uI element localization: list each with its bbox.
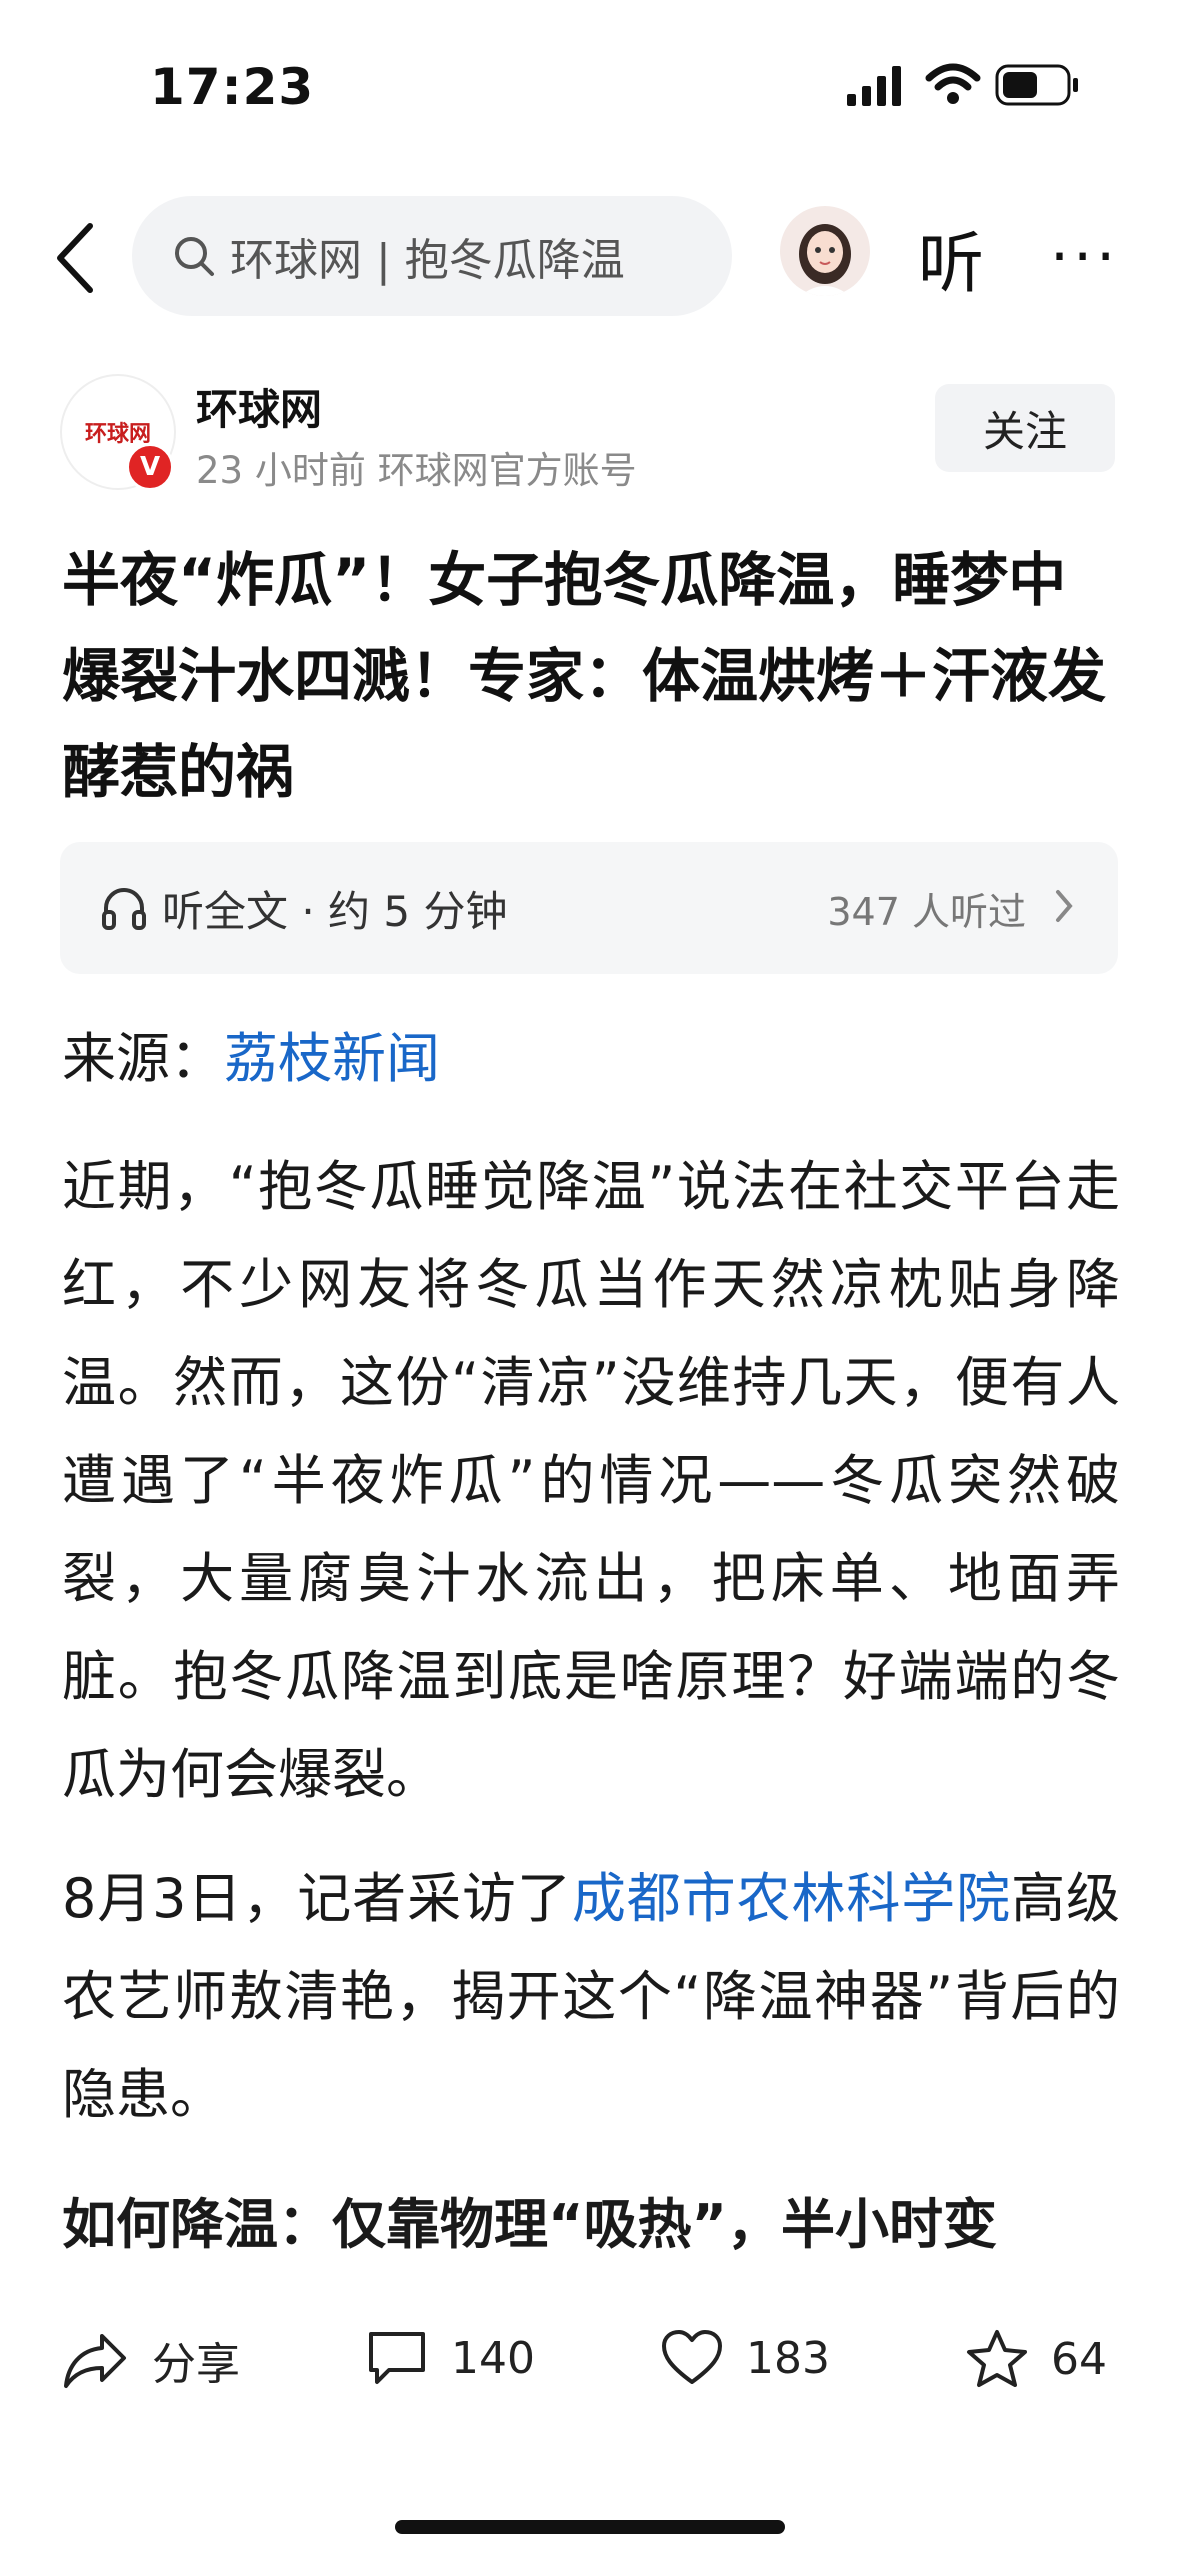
search-icon bbox=[172, 234, 216, 278]
back-button[interactable] bbox=[52, 220, 96, 300]
star-count: 64 bbox=[1051, 2333, 1107, 2385]
headphones-icon bbox=[100, 884, 148, 932]
institute-link[interactable]: 成都市农林科学院 bbox=[572, 1867, 1011, 1930]
back-arrow-icon bbox=[57, 223, 93, 293]
avatar[interactable] bbox=[780, 206, 870, 296]
author-name[interactable]: 环球网 bbox=[196, 376, 322, 437]
home-indicator bbox=[395, 2520, 785, 2534]
more-menu-button[interactable]: ··· bbox=[1050, 222, 1119, 292]
paragraph-1: 近期，“抱冬瓜睡觉降温”说法在社交平台走红，不少网友将冬瓜当作天然凉枕贴身降温。… bbox=[62, 1155, 1120, 1806]
follow-button[interactable]: 关注 bbox=[935, 384, 1115, 472]
star-icon bbox=[967, 2330, 1027, 2387]
wifi-icon bbox=[925, 62, 981, 110]
share-label: 分享 bbox=[152, 2339, 240, 2390]
comment-button[interactable]: 140 bbox=[365, 2328, 535, 2388]
listen-button[interactable]: 听 bbox=[918, 210, 984, 306]
chevron-right-icon bbox=[1052, 886, 1076, 930]
listen-bar-label: 听全文 · 约 5 分钟 bbox=[162, 886, 508, 936]
comment-icon bbox=[369, 2332, 425, 2384]
search-query-text: 环球网 | 抱冬瓜降温 bbox=[230, 235, 625, 286]
share-button[interactable]: 分享 bbox=[62, 2328, 240, 2392]
search-input[interactable]: 环球网 | 抱冬瓜降温 bbox=[132, 196, 732, 316]
share-icon bbox=[64, 2334, 126, 2388]
like-button[interactable]: 183 bbox=[660, 2328, 830, 2388]
heart-icon bbox=[662, 2330, 722, 2384]
cellular-signal-icon bbox=[845, 66, 905, 110]
article-title: 半夜“炸瓜”！女子抱冬瓜降温，睡梦中爆裂汁水四溅！专家：体温烘烤＋汗液发酵惹的祸 bbox=[62, 546, 1107, 806]
verified-badge: V bbox=[126, 443, 174, 491]
favorite-button[interactable]: 64 bbox=[965, 2328, 1107, 2390]
source-label: 来源： bbox=[62, 1027, 224, 1090]
listen-count: 347 人听过 bbox=[827, 889, 1026, 934]
like-count: 183 bbox=[746, 2332, 830, 2384]
comment-count: 140 bbox=[451, 2332, 535, 2384]
paragraph-2-prefix: 8月3日，记者采访了 bbox=[62, 1867, 572, 1930]
status-time: 17:23 bbox=[150, 58, 315, 116]
battery-icon bbox=[995, 64, 1081, 110]
section-subhead: 如何降温：仅靠物理“吸热”，半小时变 bbox=[62, 2193, 997, 2256]
paragraph-2: 8月3日，记者采访了成都市农林科学院高级农艺师敖清艳，揭开这个“降温神器”背后的… bbox=[62, 1850, 1120, 2144]
author-logo-text: 环球网 bbox=[84, 422, 151, 447]
source-link[interactable]: 荔枝新闻 bbox=[224, 1027, 440, 1090]
listen-full-article-bar[interactable]: 听全文 · 约 5 分钟 347 人听过 bbox=[60, 842, 1118, 974]
author-meta: 23 小时前 环球网官方账号 bbox=[196, 449, 637, 492]
source-line: 来源：荔枝新闻 bbox=[62, 1010, 1120, 1108]
